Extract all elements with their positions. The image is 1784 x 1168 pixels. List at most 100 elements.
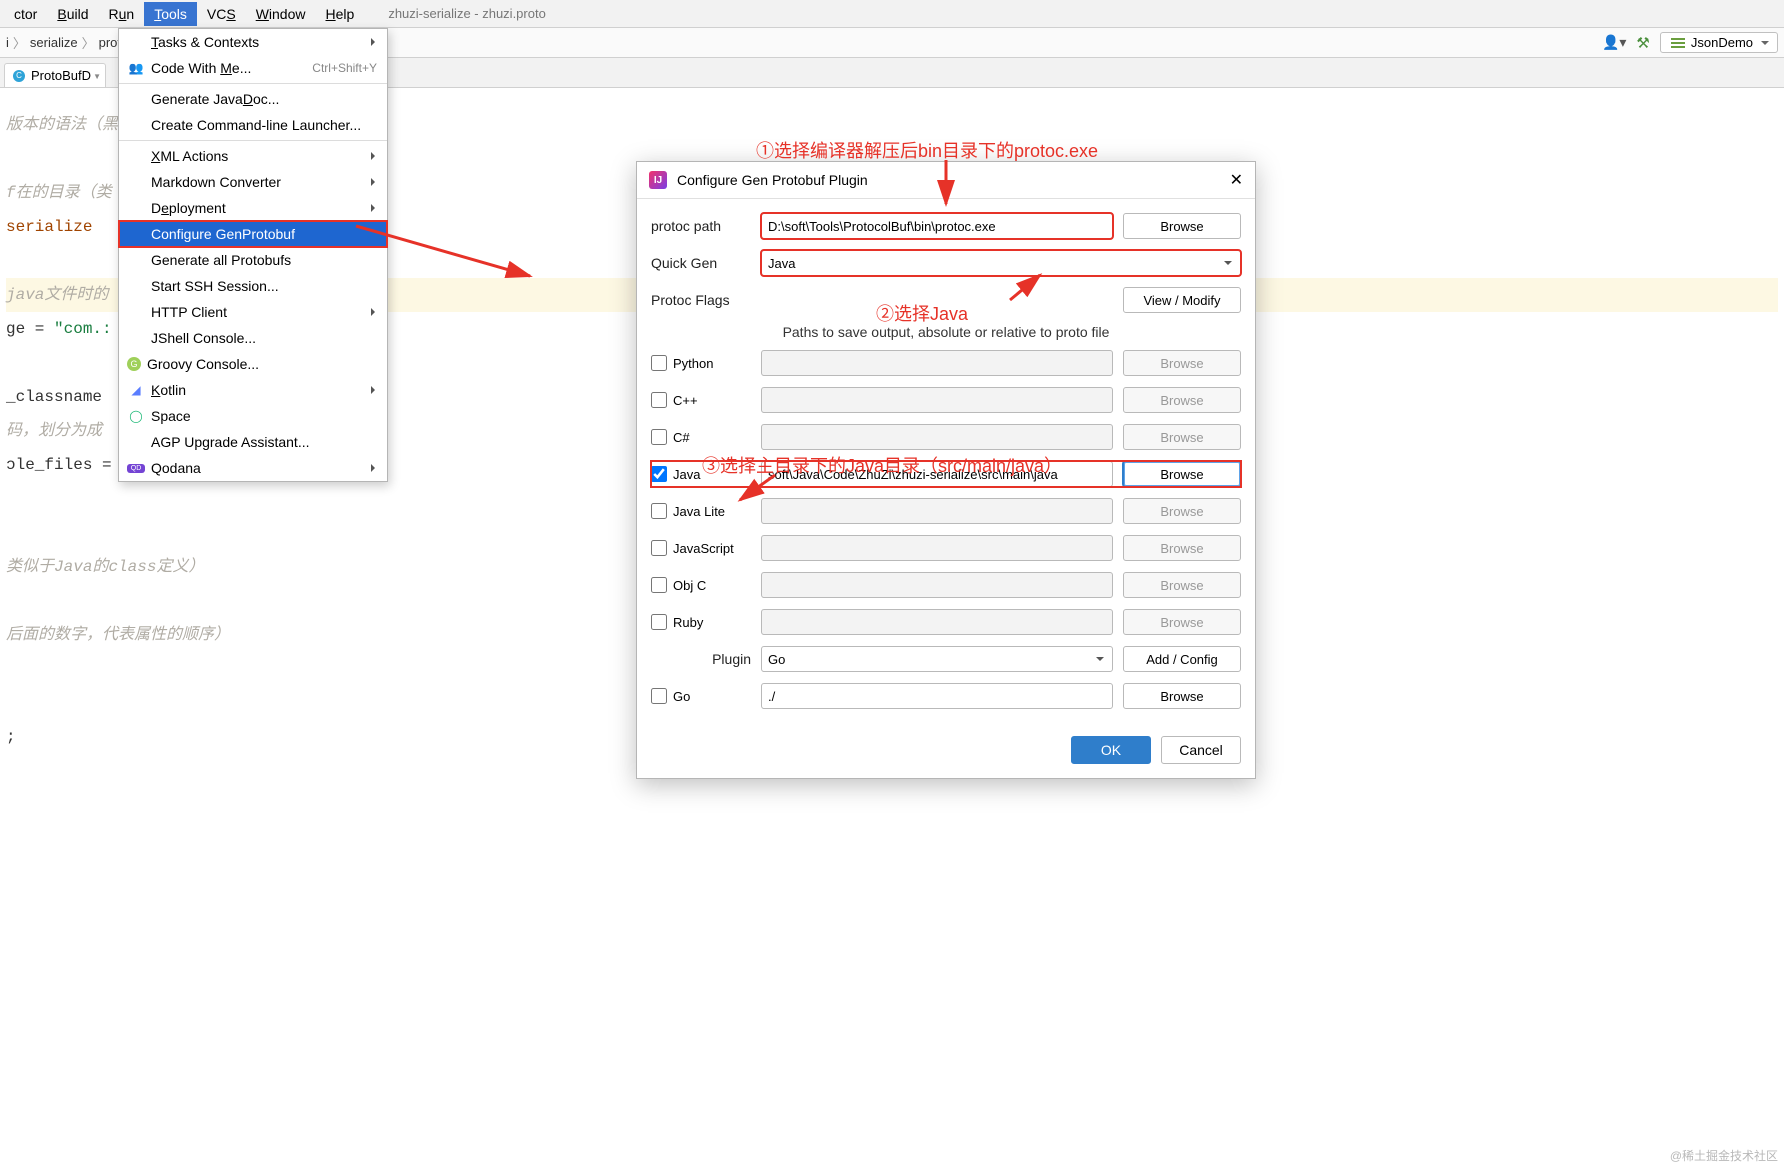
lang-checkbox-row[interactable]: Ruby [651,614,751,630]
go-checkbox-row[interactable]: Go [651,688,751,704]
lang-row-c: C++Browse [651,387,1241,413]
lang-label: JavaScript [673,541,734,556]
watermark: @稀土掘金技术社区 [1670,1147,1778,1164]
lang-path-input [761,535,1113,561]
browse-lang-button: Browse [1123,535,1241,561]
annotation-2: ②选择Java [876,300,968,326]
chevron-right-icon: 〉 [82,33,95,52]
menu-space[interactable]: ◯Space [119,403,387,429]
go-checkbox[interactable] [651,688,667,704]
lang-checkbox[interactable] [651,540,667,556]
lang-label: Java Lite [673,504,725,519]
lang-path-input [761,609,1113,635]
lang-path-input [761,387,1113,413]
tab-label: ProtoBufD [31,68,91,83]
lang-checkbox-row[interactable]: C++ [651,392,751,408]
browse-lang-button: Browse [1123,424,1241,450]
lang-row-c: C# Browse [651,424,1241,450]
breadcrumb-part[interactable]: i [6,35,9,50]
menu-generate-all-protobufs[interactable]: Generate all Protobufs [119,247,387,273]
menu-run[interactable]: Run [98,2,144,26]
menu-qodana[interactable]: QDQodana [119,455,387,481]
protoc-path-input[interactable] [761,213,1113,239]
close-icon[interactable]: ✕ [1230,170,1243,190]
lang-row-javalite: Java Lite Browse [651,498,1241,524]
lang-checkbox[interactable] [651,614,667,630]
menu-configure-genprotobuf[interactable]: Configure GenProtobuf [119,221,387,247]
menu-help[interactable]: Help [316,2,365,26]
plugin-select[interactable]: Go [761,646,1113,672]
menu-build[interactable]: Build [47,2,98,26]
menu-generate-javadoc[interactable]: Generate JavaDoc... [119,86,387,112]
menu-jshell-console[interactable]: JShell Console... [119,325,387,351]
lang-path-input [761,498,1113,524]
paths-note: Paths to save output, absolute or relati… [651,324,1241,340]
menu-kotlin[interactable]: ◢Kotlin [119,377,387,403]
project-title: zhuzi-serialize - zhuzi.proto [388,6,546,21]
lang-path-input [761,424,1113,450]
lang-checkbox-row[interactable]: JavaScript [651,540,751,556]
browse-lang-button: Browse [1123,498,1241,524]
menu-xml-actions[interactable]: XML Actions [119,143,387,169]
lang-path-input [761,572,1113,598]
menu-create-cmdline-launcher[interactable]: Create Command-line Launcher... [119,112,387,138]
lang-row-objc: Obj CBrowse [651,572,1241,598]
build-icon[interactable]: ⚒ [1636,34,1649,52]
protoc-path-label: protoc path [651,218,751,234]
run-config-label: JsonDemo [1691,35,1753,50]
cancel-button[interactable]: Cancel [1161,736,1241,764]
app-icon: IJ [649,171,667,189]
lang-checkbox[interactable] [651,503,667,519]
menu-deployment[interactable]: Deployment [119,195,387,221]
menu-code-with-me[interactable]: 👥Code With Me...Ctrl+Shift+Y [119,55,387,81]
menu-markdown-converter[interactable]: Markdown Converter [119,169,387,195]
breadcrumb-part[interactable]: serialize [30,35,78,50]
lang-checkbox[interactable] [651,577,667,593]
lang-checkbox[interactable] [651,429,667,445]
menu-window[interactable]: Window [246,2,316,26]
menu-vcs[interactable]: VCS [197,2,246,26]
lang-path-input [761,350,1113,376]
quickgen-label: Quick Gen [651,255,751,271]
chevron-right-icon: 〉 [13,33,26,52]
add-config-button[interactable]: Add / Config [1123,646,1241,672]
lang-checkbox-row[interactable]: Java Lite [651,503,751,519]
browse-go-button[interactable]: Browse [1123,683,1241,709]
menu-ctor[interactable]: ctor [4,2,47,26]
list-icon [1671,38,1685,48]
dialog-title: Configure Gen Protobuf Plugin [677,172,868,188]
plugin-label: Plugin [651,651,751,667]
browse-protoc-button[interactable]: Browse [1123,213,1241,239]
run-config-selector[interactable]: JsonDemo [1660,32,1778,53]
menu-http-client[interactable]: HTTP Client [119,299,387,325]
protoc-flags-label: Protoc Flags [651,292,751,308]
go-path-input[interactable] [761,683,1113,709]
lang-checkbox[interactable] [651,355,667,371]
lang-checkbox-row[interactable]: C# [651,429,751,445]
tab-protobuf[interactable]: C ProtoBufD [4,63,106,87]
menu-tasks-contexts[interactable]: Tasks & Contexts [119,29,387,55]
ok-button[interactable]: OK [1071,736,1151,764]
tools-dropdown: Tasks & Contexts 👥Code With Me...Ctrl+Sh… [118,28,388,482]
lang-row-javascript: JavaScript Browse [651,535,1241,561]
lang-checkbox-row[interactable]: Obj C [651,577,751,593]
lang-label: Obj C [673,578,706,593]
annotation-1: ①选择编译器解压后bin目录下的protoc.exe [756,137,1098,163]
menu-groovy-console[interactable]: GGroovy Console... [119,351,387,377]
browse-lang-button[interactable]: Browse [1123,461,1241,487]
menu-agp-upgrade[interactable]: AGP Upgrade Assistant... [119,429,387,455]
view-modify-button[interactable]: View / Modify [1123,287,1241,313]
breadcrumb: i 〉 serialize 〉 proto [6,33,128,52]
lang-label: C# [673,430,690,445]
quickgen-select[interactable]: Java [761,250,1241,276]
lang-checkbox[interactable] [651,392,667,408]
annotation-3: ③选择主目录下的Java目录（src/main/java） [702,452,1062,478]
dialog-titlebar: IJ Configure Gen Protobuf Plugin ✕ [637,162,1255,199]
lang-checkbox[interactable] [651,466,667,482]
lang-label: Ruby [673,615,703,630]
menu-tools[interactable]: Tools [144,2,197,26]
menu-start-ssh[interactable]: Start SSH Session... [119,273,387,299]
user-icon[interactable]: 👤▾ [1602,34,1626,51]
menu-separator [119,83,387,84]
lang-checkbox-row[interactable]: Python [651,355,751,371]
